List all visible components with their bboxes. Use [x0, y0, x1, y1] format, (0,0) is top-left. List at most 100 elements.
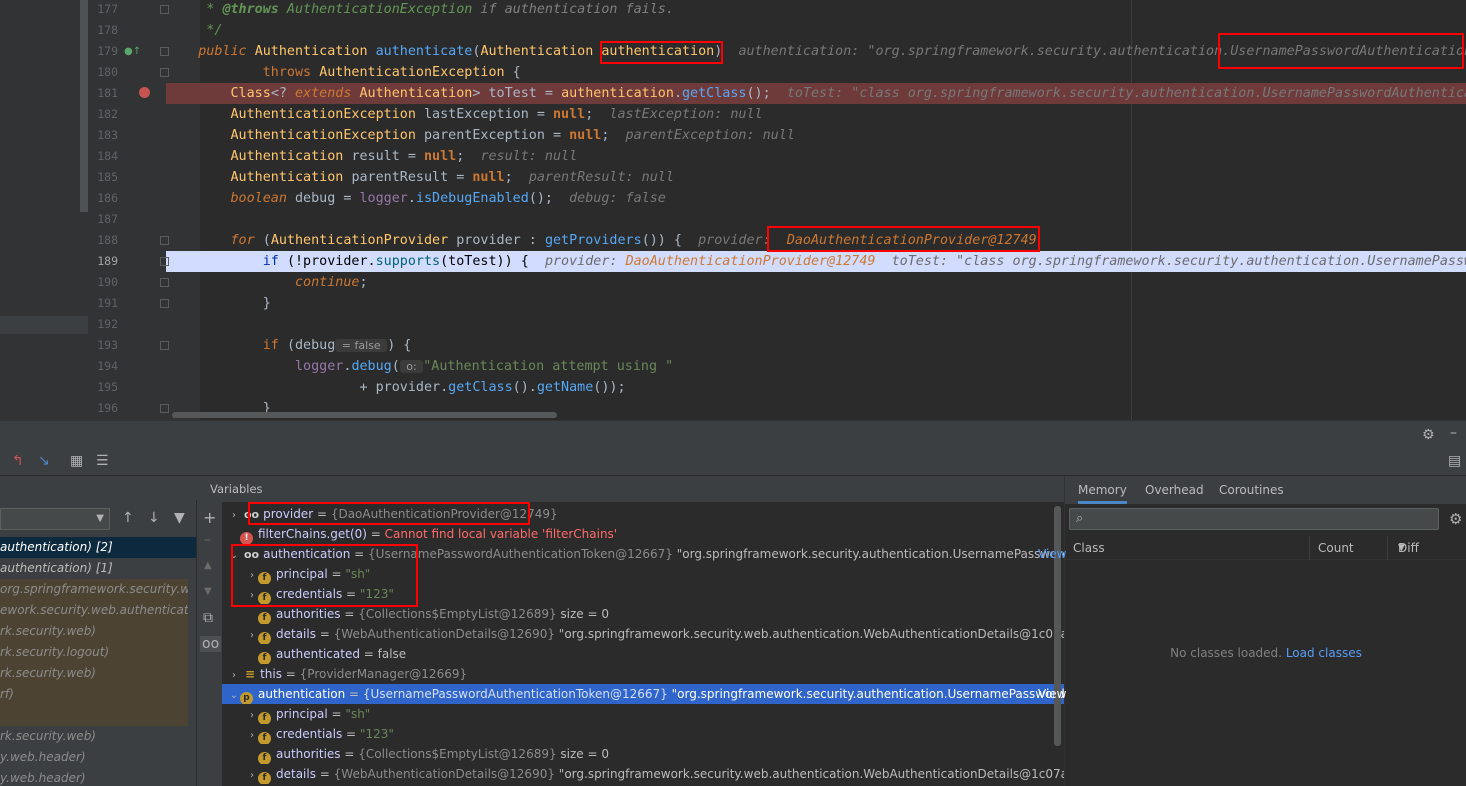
expand-chevron-icon[interactable]: ›: [246, 706, 258, 724]
memory-search-input[interactable]: ⌕: [1069, 508, 1439, 530]
minimize-icon[interactable]: –: [1450, 425, 1457, 441]
code-line[interactable]: public Authentication authenticate(Authe…: [166, 41, 1466, 62]
variable-row[interactable]: f authorities = {Collections$EmptyList@12…: [222, 744, 1064, 764]
line-number[interactable]: 185: [88, 167, 118, 188]
layout-icon[interactable]: ▤: [1448, 453, 1461, 469]
variable-row[interactable]: ! filterChains.get(0) = Cannot find local…: [222, 524, 1064, 544]
code-line[interactable]: [166, 314, 1466, 335]
code-line[interactable]: for (AuthenticationProvider provider : g…: [166, 230, 1466, 251]
move-up-icon[interactable]: ▲: [204, 560, 212, 571]
code-line[interactable]: logger.debug( o: "Authentication attempt…: [166, 356, 1466, 377]
line-number[interactable]: 188: [88, 230, 118, 251]
fold-marker-icon[interactable]: [160, 299, 169, 308]
line-number[interactable]: 187: [88, 209, 118, 230]
column-count[interactable]: Count: [1318, 536, 1354, 560]
code-line[interactable]: AuthenticationException parentException …: [166, 125, 1466, 146]
watches-toggle-icon[interactable]: oo: [200, 636, 222, 652]
variable-row[interactable]: › ≡ this = {ProviderManager@12669}: [222, 664, 1064, 684]
variables-scrollbar[interactable]: [1054, 506, 1061, 746]
code-line[interactable]: if (debug = false ) {: [166, 335, 1466, 356]
arrow-down-icon[interactable]: ↓: [148, 510, 160, 526]
minus-icon[interactable]: –: [204, 532, 211, 548]
variable-row[interactable]: › f principal = "sh": [222, 704, 1064, 724]
view-link[interactable]: View: [1038, 544, 1066, 564]
line-number[interactable]: 183: [88, 125, 118, 146]
code-line[interactable]: Class<? extends Authentication> toTest =…: [166, 83, 1466, 104]
expand-chevron-icon[interactable]: ›: [246, 726, 258, 744]
thread-selector[interactable]: ▼: [0, 508, 110, 530]
variables-tree[interactable]: › oo provider = {DaoAuthenticationProvider…: [222, 502, 1064, 786]
variable-row[interactable]: › f credentials = "123": [222, 724, 1064, 744]
view-link[interactable]: View: [1038, 684, 1066, 704]
project-tree-selected-row[interactable]: [0, 316, 88, 334]
expand-chevron-icon[interactable]: ›: [246, 586, 258, 604]
line-number[interactable]: 189: [88, 251, 118, 272]
variable-row[interactable]: › f credentials = "123": [222, 584, 1064, 604]
fold-marker-icon[interactable]: [160, 5, 169, 14]
variable-row[interactable]: f authenticated = false: [222, 644, 1064, 664]
expand-chevron-icon[interactable]: ⌄: [228, 546, 240, 564]
variable-row[interactable]: › f principal = "sh": [222, 564, 1064, 584]
line-number[interactable]: 179: [88, 41, 118, 62]
expand-chevron-icon[interactable]: ›: [228, 506, 240, 524]
stack-frame[interactable]: rf): [0, 684, 188, 705]
expand-chevron-icon[interactable]: ›: [246, 566, 258, 584]
line-number[interactable]: 190: [88, 272, 118, 293]
gear-icon[interactable]: ⚙: [1422, 427, 1435, 443]
fold-marker-icon[interactable]: [160, 236, 169, 245]
code-line[interactable]: + provider.getClass().getName());: [166, 377, 1466, 398]
code-line[interactable]: Authentication result = null; result: nu…: [166, 146, 1466, 167]
trace-icon[interactable]: ☰: [96, 453, 109, 469]
code-line[interactable]: boolean debug = logger.isDebugEnabled();…: [166, 188, 1466, 209]
code-line[interactable]: throws AuthenticationException {: [166, 62, 1466, 83]
evaluate-table-icon[interactable]: ▦: [70, 453, 83, 469]
variable-row[interactable]: ⌄ p authentication = {UsernamePasswordAuth…: [222, 684, 1064, 704]
stack-frame[interactable]: rk.security.web): [0, 726, 196, 747]
fold-marker-icon[interactable]: [160, 278, 169, 287]
code-line[interactable]: * @throws AuthenticationException if aut…: [166, 0, 1466, 20]
drop-frame-icon[interactable]: ↰: [12, 453, 24, 469]
line-number[interactable]: 191: [88, 293, 118, 314]
editor-horizontal-scrollbar[interactable]: [172, 412, 557, 418]
arrow-up-icon[interactable]: ↑: [122, 510, 134, 526]
line-number[interactable]: 184: [88, 146, 118, 167]
code-line[interactable]: [166, 209, 1466, 230]
code-line[interactable]: if (!provider.supports(toTest)) { provid…: [166, 251, 1466, 272]
stack-frame[interactable]: y.web.header): [0, 747, 196, 768]
line-number[interactable]: 196: [88, 398, 118, 419]
tab-memory[interactable]: Memory: [1078, 476, 1127, 504]
override-marker-icon[interactable]: ●↑: [124, 46, 141, 57]
breakpoint-icon[interactable]: [139, 87, 150, 98]
line-number[interactable]: 192: [88, 314, 118, 335]
column-class[interactable]: Class: [1073, 536, 1105, 560]
move-down-icon[interactable]: ▼: [204, 586, 212, 597]
stack-frame[interactable]: authentication) [2]: [0, 537, 196, 558]
variable-row[interactable]: › f details = {WebAuthenticationDetails@12…: [222, 624, 1064, 644]
fold-marker-icon[interactable]: [160, 341, 169, 350]
filter-icon[interactable]: ▼: [174, 510, 185, 526]
code-line[interactable]: Authentication parentResult = null; pare…: [166, 167, 1466, 188]
code-editor[interactable]: ●↑ * @throws AuthenticationException if …: [0, 0, 1466, 420]
line-number[interactable]: 194: [88, 356, 118, 377]
fold-marker-icon[interactable]: [160, 404, 169, 413]
line-number[interactable]: 180: [88, 62, 118, 83]
run-to-cursor-icon[interactable]: ↘: [38, 453, 50, 469]
line-number[interactable]: 182: [88, 104, 118, 125]
line-number[interactable]: 195: [88, 377, 118, 398]
line-number[interactable]: 193: [88, 335, 118, 356]
expand-chevron-icon[interactable]: ⌄: [228, 686, 240, 704]
stack-frame[interactable]: org.springframework.security.web.au: [0, 579, 188, 600]
code-line[interactable]: continue;: [166, 272, 1466, 293]
stack-frame[interactable]: rk.security.web): [0, 621, 188, 642]
code-line[interactable]: */: [166, 20, 1466, 41]
fold-marker-icon[interactable]: [160, 47, 169, 56]
line-number[interactable]: 186: [88, 188, 118, 209]
copy-icon[interactable]: ⧉: [203, 610, 213, 626]
expand-chevron-icon[interactable]: ›: [228, 666, 240, 684]
line-number[interactable]: 181: [88, 83, 118, 104]
code-line[interactable]: AuthenticationException lastException = …: [166, 104, 1466, 125]
variable-row[interactable]: › f details = {WebAuthenticationDetails@12…: [222, 764, 1064, 784]
fold-marker-icon[interactable]: [160, 68, 169, 77]
memory-settings-icon[interactable]: ⚙: [1449, 510, 1462, 528]
line-number[interactable]: 178: [88, 20, 118, 41]
